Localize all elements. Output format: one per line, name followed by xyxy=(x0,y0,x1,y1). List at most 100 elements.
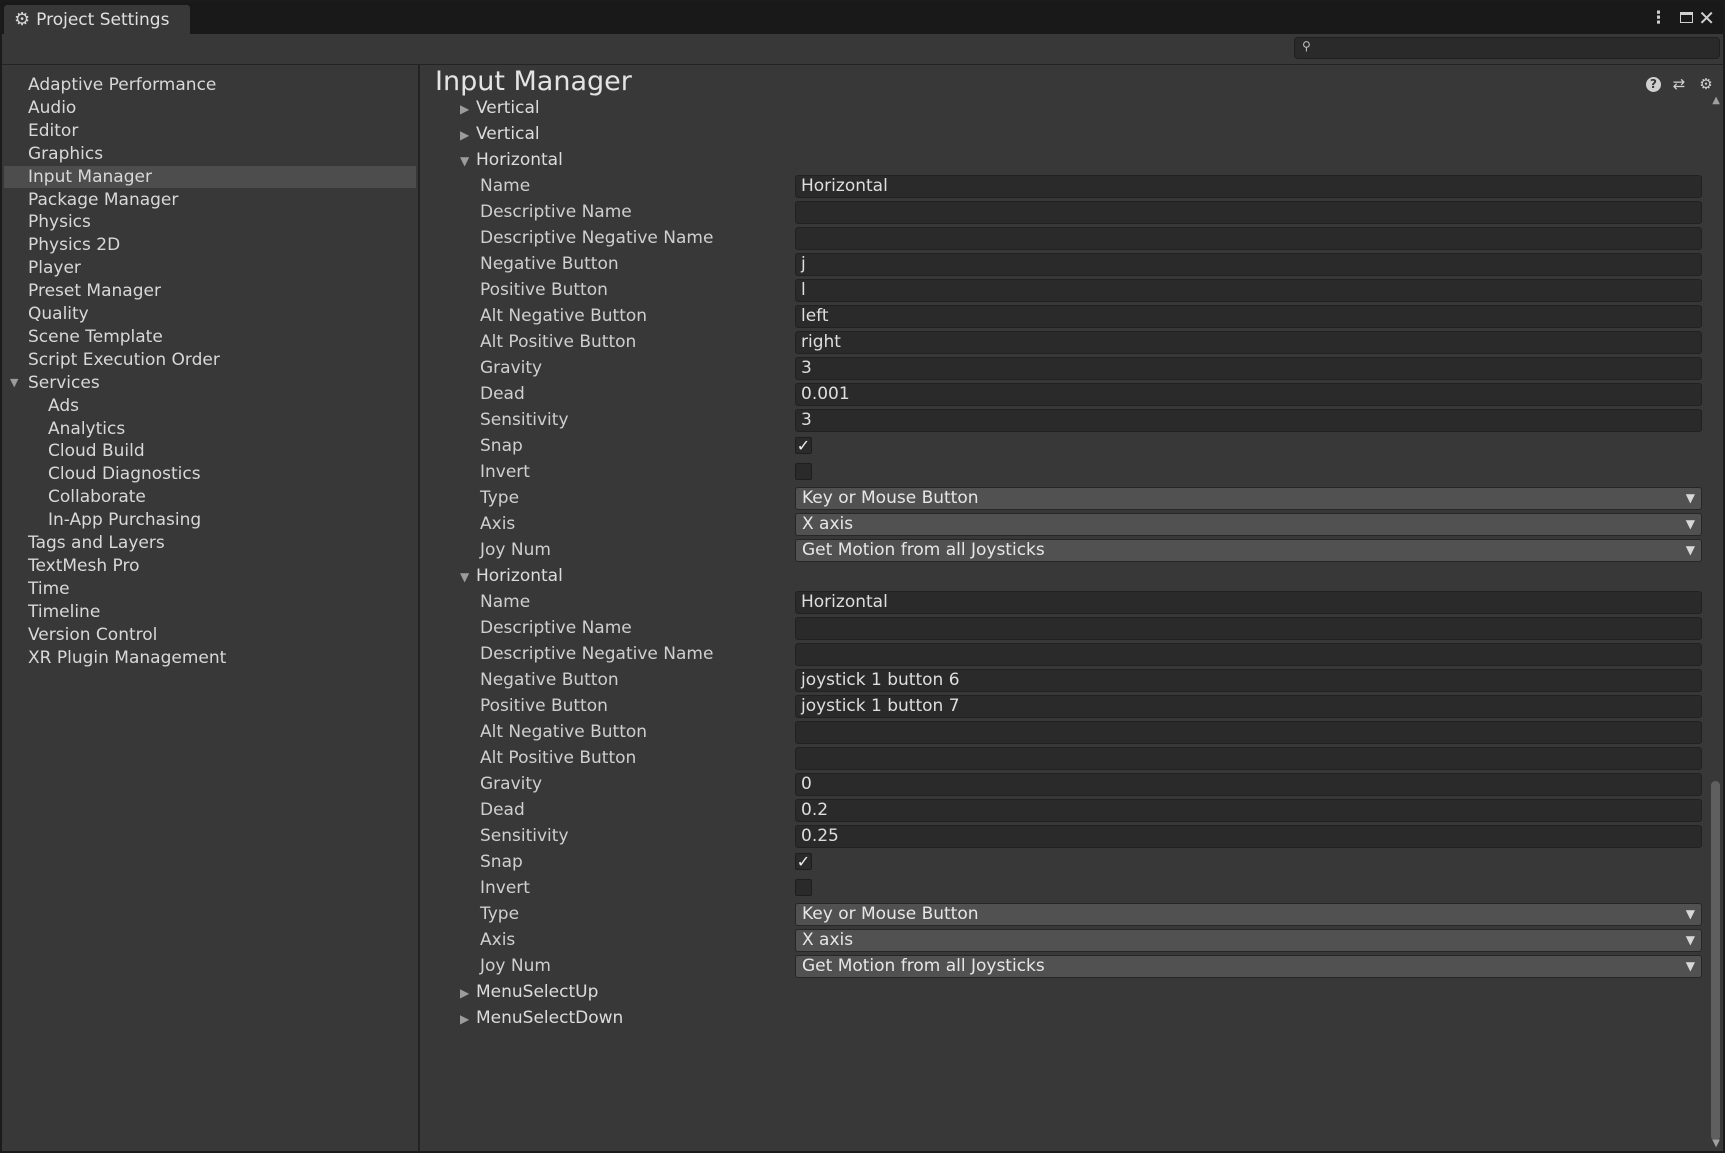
sensitivity-field[interactable]: 0.25 xyxy=(795,825,1702,848)
sidebar-item-label: Cloud Diagnostics xyxy=(48,464,201,485)
search-input[interactable] xyxy=(1319,38,1713,58)
sidebar-item-script-execution-order[interactable]: Script Execution Order xyxy=(4,349,416,371)
invert-checkbox[interactable] xyxy=(795,879,812,896)
property-row-positive-button: Positive Button joystick 1 button 7 xyxy=(420,693,1705,719)
sidebar-item-version-control[interactable]: Version Control xyxy=(4,624,416,646)
axis-dropdown[interactable]: X axis ▼ xyxy=(795,513,1702,536)
sidebar-item-player[interactable]: Player xyxy=(4,257,416,279)
joy-num-dropdown[interactable]: Get Motion from all Joysticks ▼ xyxy=(795,539,1702,562)
sidebar-item-label: Script Execution Order xyxy=(28,349,220,370)
alt-positive-button-field[interactable] xyxy=(795,747,1702,770)
scroll-up-icon[interactable]: ▲ xyxy=(1712,95,1720,106)
axis-foldout-header[interactable]: ▶ Vertical xyxy=(460,95,540,121)
expand-arrow-icon[interactable]: ▶ xyxy=(460,96,476,122)
dropdown-value: Key or Mouse Button xyxy=(802,488,979,508)
dead-field[interactable]: 0.2 xyxy=(795,799,1702,822)
sidebar-item-services[interactable]: ▼ Services xyxy=(4,372,416,394)
sidebar-item-in-app-purchasing[interactable]: In-App Purchasing xyxy=(4,509,416,531)
sidebar-item-physics[interactable]: Physics xyxy=(4,211,416,233)
alt-negative-button-field[interactable]: left xyxy=(795,305,1702,328)
collapse-arrow-icon[interactable]: ▼ xyxy=(460,564,476,590)
property-row-dead: Dead 0.001 xyxy=(420,381,1705,407)
sidebar-item-time[interactable]: Time xyxy=(4,578,416,600)
axis-foldout: ▶ MenuSelectDown xyxy=(420,1005,1705,1031)
preset-icon[interactable]: ⇄ xyxy=(1670,75,1688,93)
property-row-positive-button: Positive Button l xyxy=(420,277,1705,303)
property-label: Negative Button xyxy=(480,670,619,690)
alt-positive-button-field[interactable]: right xyxy=(795,331,1702,354)
positive-button-field[interactable]: l xyxy=(795,279,1702,302)
sidebar-item-audio[interactable]: Audio xyxy=(4,97,416,119)
descriptive-name-field[interactable] xyxy=(795,617,1702,640)
axis-foldout-header[interactable]: ▶ MenuSelectUp xyxy=(460,979,598,1005)
sidebar-item-cloud-diagnostics[interactable]: Cloud Diagnostics xyxy=(4,463,416,485)
property-label: Snap xyxy=(480,436,523,456)
search-box[interactable]: ⚲ xyxy=(1294,37,1720,59)
snap-checkbox[interactable]: ✓ xyxy=(795,853,812,870)
property-row-alt-positive-button: Alt Positive Button xyxy=(420,745,1705,771)
tab-project-settings[interactable]: ⚙ Project Settings xyxy=(4,5,190,34)
help-icon[interactable]: ? xyxy=(1646,76,1661,92)
settings-icon[interactable]: ⚙ xyxy=(1697,75,1715,93)
expand-arrow-icon[interactable]: ▶ xyxy=(460,122,476,148)
positive-button-field[interactable]: joystick 1 button 7 xyxy=(795,695,1702,718)
expand-arrow-icon[interactable]: ▼ xyxy=(10,372,18,394)
axis-foldout-header[interactable]: ▶ MenuSelectDown xyxy=(460,1005,623,1031)
snap-checkbox[interactable]: ✓ xyxy=(795,437,812,454)
more-options-icon[interactable]: ⋮ xyxy=(1650,6,1667,30)
type-dropdown[interactable]: Key or Mouse Button ▼ xyxy=(795,487,1702,510)
axis-foldout-header[interactable]: ▼ Horizontal xyxy=(460,147,563,173)
dropdown-value: Get Motion from all Joysticks xyxy=(802,956,1045,976)
sidebar-item-tags-and-layers[interactable]: Tags and Layers xyxy=(4,532,416,554)
sidebar-item-scene-template[interactable]: Scene Template xyxy=(4,326,416,348)
sidebar-item-package-manager[interactable]: Package Manager xyxy=(4,189,416,211)
descriptive-name-field[interactable] xyxy=(795,201,1702,224)
descriptive-negative-name-field[interactable] xyxy=(795,643,1702,666)
expand-arrow-icon[interactable]: ▶ xyxy=(460,980,476,1006)
property-label: Name xyxy=(480,592,531,612)
axis-foldout-header[interactable]: ▼ Horizontal xyxy=(460,563,563,589)
vertical-scrollbar[interactable]: ▲ ▼ xyxy=(1707,95,1723,1151)
sidebar-item-input-manager[interactable]: Input Manager xyxy=(4,165,416,188)
scrollbar-thumb[interactable] xyxy=(1711,781,1720,1141)
sensitivity-field[interactable]: 3 xyxy=(795,409,1702,432)
sidebar-item-graphics[interactable]: Graphics xyxy=(4,143,416,165)
descriptive-negative-name-field[interactable] xyxy=(795,227,1702,250)
maximize-icon[interactable] xyxy=(1680,12,1693,23)
axis-foldout: ▶ MenuSelectUp xyxy=(420,979,1705,1005)
property-label: Negative Button xyxy=(480,254,619,274)
type-dropdown[interactable]: Key or Mouse Button ▼ xyxy=(795,903,1702,926)
dropdown-value: Key or Mouse Button xyxy=(802,904,979,924)
invert-checkbox[interactable] xyxy=(795,463,812,480)
sidebar-item-ads[interactable]: Ads xyxy=(4,395,416,417)
negative-button-field[interactable]: j xyxy=(795,253,1702,276)
negative-button-field[interactable]: joystick 1 button 6 xyxy=(795,669,1702,692)
joy-num-dropdown[interactable]: Get Motion from all Joysticks ▼ xyxy=(795,955,1702,978)
sidebar-item-adaptive-performance[interactable]: Adaptive Performance xyxy=(4,74,416,96)
gravity-field[interactable]: 3 xyxy=(795,357,1702,380)
close-icon[interactable]: ✕ xyxy=(1698,6,1715,30)
sidebar-item-label: TextMesh Pro xyxy=(28,555,140,576)
collapse-arrow-icon[interactable]: ▼ xyxy=(460,148,476,174)
sidebar-item-collaborate[interactable]: Collaborate xyxy=(4,486,416,508)
sidebar-item-editor[interactable]: Editor xyxy=(4,120,416,142)
sidebar-item-xr-plugin-management[interactable]: XR Plugin Management xyxy=(4,647,416,669)
sidebar-item-preset-manager[interactable]: Preset Manager xyxy=(4,280,416,302)
scroll-down-icon[interactable]: ▼ xyxy=(1712,1138,1720,1149)
sidebar-item-textmesh-pro[interactable]: TextMesh Pro xyxy=(4,555,416,577)
sidebar-item-cloud-build[interactable]: Cloud Build xyxy=(4,440,416,462)
sidebar-item-quality[interactable]: Quality xyxy=(4,303,416,325)
dead-field[interactable]: 0.001 xyxy=(795,383,1702,406)
property-label: Descriptive Negative Name xyxy=(480,644,714,664)
sidebar-item-physics-2d[interactable]: Physics 2D xyxy=(4,234,416,256)
axis-dropdown[interactable]: X axis ▼ xyxy=(795,929,1702,952)
name-field[interactable]: Horizontal xyxy=(795,591,1702,614)
alt-negative-button-field[interactable] xyxy=(795,721,1702,744)
sidebar-item-timeline[interactable]: Timeline xyxy=(4,601,416,623)
sidebar-item-analytics[interactable]: Analytics xyxy=(4,418,416,440)
gravity-field[interactable]: 0 xyxy=(795,773,1702,796)
axis-foldout-header[interactable]: ▶ Vertical xyxy=(460,121,540,147)
expand-arrow-icon[interactable]: ▶ xyxy=(460,1006,476,1032)
sidebar-item-label: Quality xyxy=(28,304,89,324)
name-field[interactable]: Horizontal xyxy=(795,175,1702,198)
